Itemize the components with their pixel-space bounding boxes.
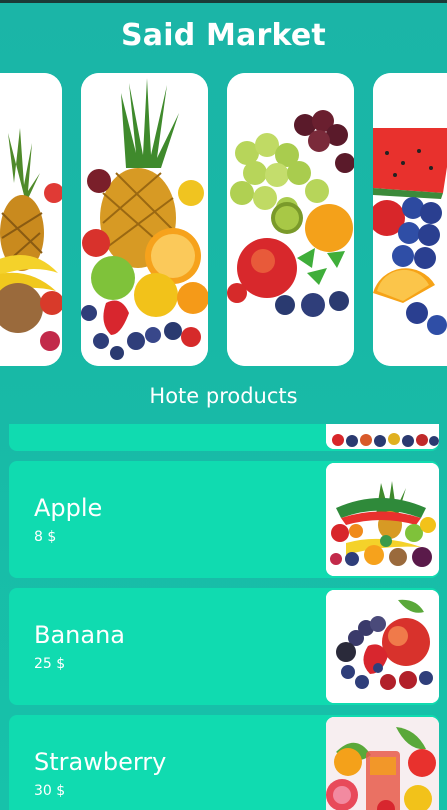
product-price: 8 $ [34,529,57,545]
product-price: 25 $ [34,656,66,672]
list-item[interactable] [9,424,439,451]
list-item-strawberry[interactable]: Strawberry 30 $ [9,715,439,810]
pineapple-fruit-image [81,73,208,366]
carousel-card-pineapple[interactable] [81,73,208,366]
list-item-apple[interactable]: Apple 8 $ [9,461,439,578]
watermelon-berries-image [373,73,447,366]
product-name: Apple [34,494,103,522]
product-image [326,424,439,449]
status-bar-edge [0,0,447,3]
berries-image [326,424,439,449]
app-title: Said Market [121,18,326,53]
section-title: Hote products [149,384,298,408]
carousel-card-watermelon[interactable] [373,73,447,366]
mixed-fruit-image [326,463,439,576]
product-image [326,590,439,703]
carousel-card-grapes[interactable] [227,73,354,366]
fruit-juice-image [326,717,439,810]
list-item-banana[interactable]: Banana 25 $ [9,588,439,705]
tropical-fruit-image [0,73,62,366]
grapes-fruit-image [227,73,354,366]
apple-berries-image [326,590,439,703]
product-name: Banana [34,621,126,649]
product-price: 30 $ [34,783,66,799]
product-list[interactable]: Apple 8 $ Banana 25 $ Strawberry 30 $ [0,424,447,810]
banner-carousel[interactable] [0,73,447,366]
product-name: Strawberry [34,748,167,776]
carousel-card-tropical[interactable] [0,73,62,366]
product-image [326,463,439,576]
product-image [326,717,439,810]
